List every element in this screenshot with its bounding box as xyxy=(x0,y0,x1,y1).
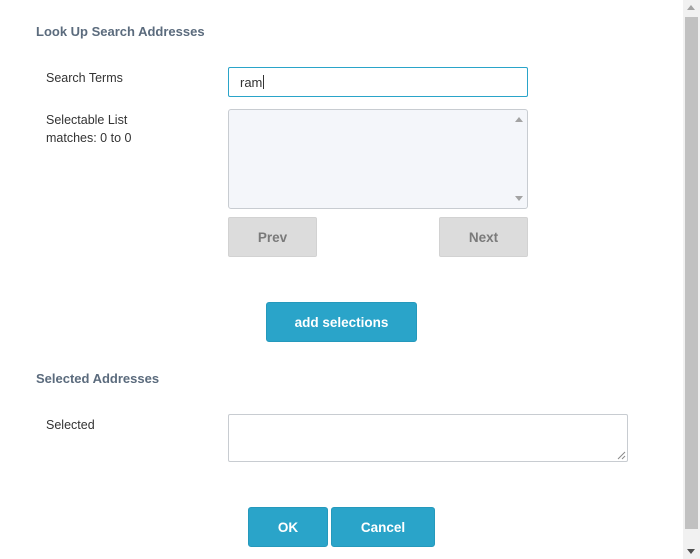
resize-grip-icon[interactable] xyxy=(617,451,626,460)
selected-label: Selected xyxy=(46,418,95,432)
search-input[interactable]: ram xyxy=(228,67,528,97)
page-scroll-up-arrow-icon[interactable] xyxy=(687,5,695,10)
cancel-button[interactable]: Cancel xyxy=(331,507,435,547)
selectable-list-label: Selectable List xyxy=(46,113,128,127)
lookup-section-title: Look Up Search Addresses xyxy=(36,24,205,39)
scroll-down-arrow-icon[interactable] xyxy=(515,196,523,201)
selected-section-title: Selected Addresses xyxy=(36,371,160,386)
search-terms-label: Search Terms xyxy=(46,71,123,85)
next-button[interactable]: Next xyxy=(439,217,528,257)
add-selections-button[interactable]: add selections xyxy=(266,302,417,342)
listbox-scrollbar[interactable] xyxy=(512,110,527,208)
ok-button[interactable]: OK xyxy=(248,507,328,547)
page-scrollbar-thumb[interactable] xyxy=(685,17,698,529)
selectable-listbox[interactable] xyxy=(228,109,528,209)
page-scrollbar[interactable] xyxy=(683,0,700,559)
search-input-value: ram xyxy=(240,74,263,90)
prev-button[interactable]: Prev xyxy=(228,217,317,257)
page-scroll-down-arrow-icon[interactable] xyxy=(687,549,695,554)
selected-addresses-field[interactable] xyxy=(228,414,628,462)
scroll-up-arrow-icon[interactable] xyxy=(515,117,523,122)
matches-count: matches: 0 to 0 xyxy=(46,131,132,145)
text-caret xyxy=(263,75,265,89)
